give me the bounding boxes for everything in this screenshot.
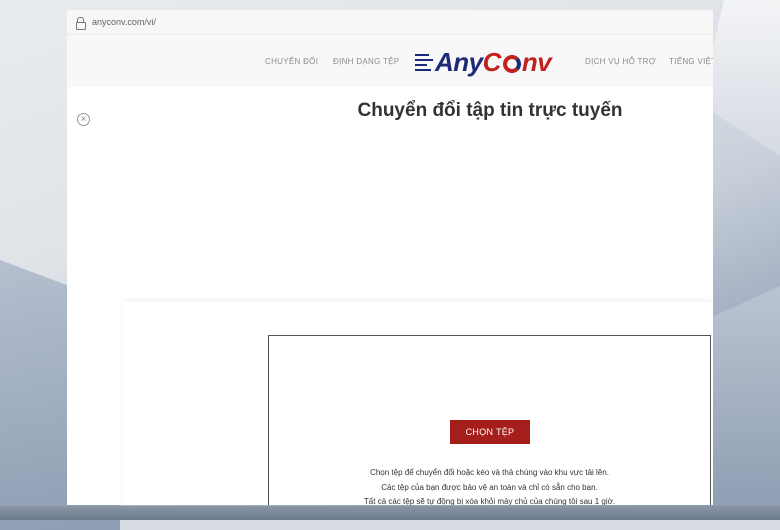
upload-note: Chọn tệp để chuyển đổi hoặc kéo và thả c… [370, 468, 609, 477]
anyconv-logo[interactable]: AnyC nv [415, 46, 552, 77]
logo-conv-nv: nv [521, 46, 552, 77]
convert-arrows-icon [502, 54, 521, 73]
upload-note: Tất cả các tệp sẽ tự động bị xóa khỏi má… [363, 497, 616, 505]
choose-file-button[interactable]: CHỌN TỆP [450, 420, 530, 444]
nav-item-convert[interactable]: CHUYỂN ĐỔI [265, 57, 318, 66]
nav-item-support[interactable]: DỊCH VỤ HỖ TRỢ [585, 57, 656, 66]
logo-conv-c: C [482, 46, 502, 77]
upload-dropzone[interactable]: CHỌN TỆP Chọn tệp để chuyển đổi hoặc kéo… [268, 335, 711, 505]
nav-item-formats[interactable]: ĐỊNH DẠNG TỆP [333, 57, 399, 66]
nav-item-language[interactable]: TIẾNG VIỆT [669, 57, 713, 66]
lock-icon [75, 16, 86, 30]
upload-note: Các tệp của bạn được bảo vệ an toàn và c… [381, 483, 598, 492]
url-text[interactable]: anyconv.com/vi/ [92, 17, 156, 27]
bottom-edge [0, 506, 780, 520]
speed-lines [415, 53, 433, 71]
address-bar[interactable]: anyconv.com/vi/ [67, 10, 713, 35]
close-icon[interactable]: × [77, 113, 90, 126]
page-title: Chuyển đổi tập tin trực tuyến [357, 100, 623, 121]
logo-any: Any [435, 46, 483, 77]
browser-window: anyconv.com/vi/ CHUYỂN ĐỔI ĐỊNH DẠNG TỆP… [67, 10, 713, 505]
site-header: CHUYỂN ĐỔI ĐỊNH DẠNG TỆP AnyC nv DỊCH VỤ … [67, 35, 713, 87]
